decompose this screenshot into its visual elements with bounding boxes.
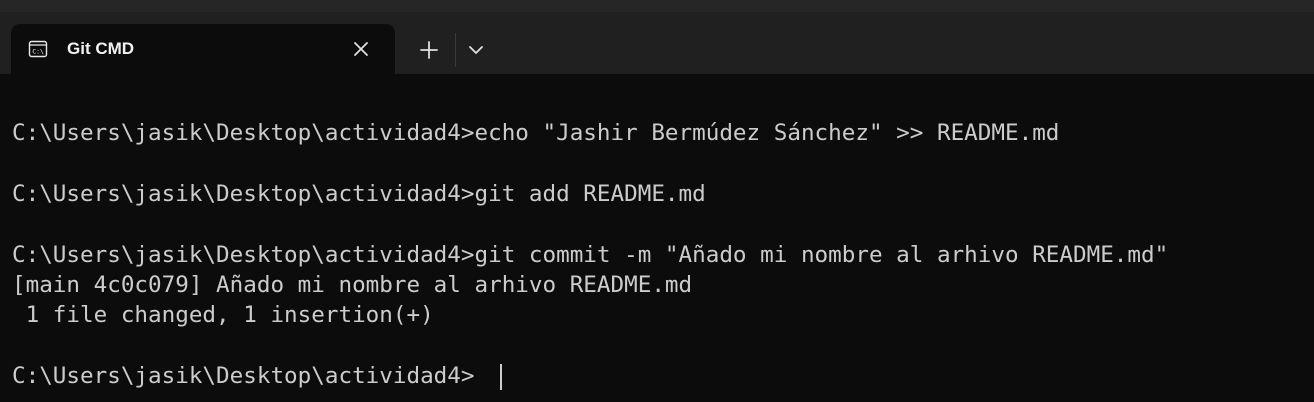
tab-title: Git CMD bbox=[67, 39, 135, 58]
terminal-prompt: C:\Users\jasik\Desktop\actividad4> bbox=[12, 363, 475, 389]
terminal-window: C:\ Git CMD C:\Users\jasik\Desktop\activ… bbox=[0, 0, 1314, 402]
tab-git-cmd[interactable]: C:\ Git CMD bbox=[11, 24, 395, 74]
terminal-line-echo: C:\Users\jasik\Desktop\actividad4>echo "… bbox=[12, 120, 1060, 146]
tab-bar-separator bbox=[455, 33, 456, 67]
text-cursor bbox=[500, 364, 502, 390]
plus-icon[interactable] bbox=[416, 37, 442, 63]
terminal-line-git-add: C:\Users\jasik\Desktop\actividad4>git ad… bbox=[12, 181, 706, 207]
window-top-edge bbox=[0, 0, 1314, 12]
terminal-line-commit-result: [main 4c0c079] Añado mi nombre al arhivo… bbox=[12, 272, 693, 298]
terminal-line-commit-stats: 1 file changed, 1 insertion(+) bbox=[12, 302, 434, 328]
terminal-line-git-commit: C:\Users\jasik\Desktop\actividad4>git co… bbox=[12, 242, 1169, 268]
close-icon[interactable] bbox=[350, 38, 372, 60]
tab-bar: C:\ Git CMD bbox=[0, 0, 1314, 74]
console-icon: C:\ bbox=[28, 40, 48, 58]
svg-text:C:\: C:\ bbox=[32, 48, 44, 56]
chevron-down-icon[interactable] bbox=[464, 38, 488, 62]
